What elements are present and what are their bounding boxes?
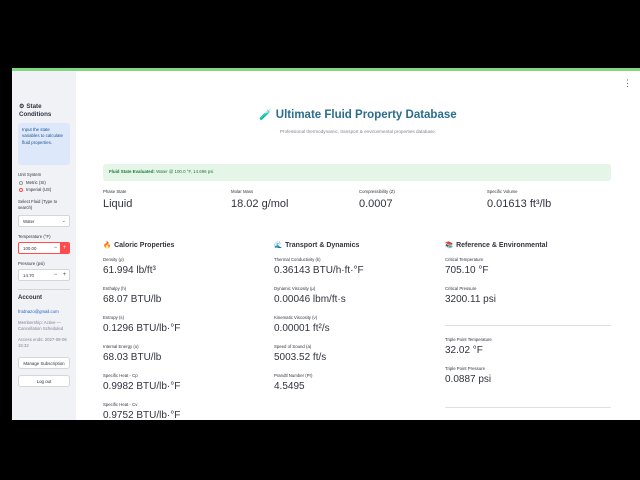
metric-dynamic-viscosity: Dynamic Viscosity (μ) 0.00046 lbm/ft·s (274, 286, 346, 305)
sidebar-title: ⚙ State Conditions (19, 103, 52, 118)
metric-thermal-conductivity: Thermal Conductivity (k) 0.36143 BTU/h·f… (274, 257, 364, 276)
metric-entropy: Entropy (s) 0.1296 BTU/lb·°F (103, 315, 181, 334)
metric-compressibility: Compressibility (Z) 0.0007 (359, 189, 395, 210)
temperature-decrement-button[interactable]: − (51, 243, 60, 253)
pressure-increment-button[interactable]: + (60, 270, 69, 280)
app-window: ⋮ ⚙ State Conditions Input the state vari… (12, 68, 640, 420)
pressure-input[interactable]: 14.70 − + (18, 269, 70, 281)
page-subtitle: Professional thermodynamic, transport & … (279, 129, 437, 134)
metric-speed-of-sound: Speed of Sound (a) 5003.52 ft/s (274, 344, 327, 363)
main-content: 🧪 Ultimate Fluid Property Database Profes… (76, 71, 640, 420)
manage-subscription-button[interactable]: Manage Subscription (18, 357, 70, 369)
metric-prandtl-number: Prandtl Number (Pr) 4.5495 (274, 373, 313, 392)
metric-triple-point-temperature: Triple Point Temperature 32.02 °F (445, 337, 492, 356)
radio-dot-icon (19, 180, 23, 185)
pressure-decrement-button[interactable]: − (51, 270, 60, 280)
books-icon: 📚 (445, 242, 454, 249)
metric-specific-volume: Specific Volume 0.01613 ft³/lb (487, 189, 552, 210)
membership-status: Membership: Active — Cancellation Schedu… (18, 320, 64, 332)
wave-icon: 🌊 (274, 242, 283, 249)
metric-phase-state: Phase State Liquid (103, 189, 133, 210)
fluid-select-label: Select Fluid (Type to search) (18, 199, 58, 211)
unit-radio-metric[interactable]: Metric (SI) (19, 180, 46, 185)
metric-triple-point-pressure: Triple Point Pressure 0.0887 psi (445, 366, 492, 385)
temperature-increment-button[interactable]: + (60, 243, 69, 253)
account-heading: Account (18, 295, 42, 301)
unit-system-label: Unit System (18, 172, 42, 177)
chevron-down-icon: ⌄ (61, 218, 66, 224)
metric-critical-temperature: Critical Temperature 705.10 °F (445, 257, 489, 276)
access-ends: Access ends: 2027-08-06 15:32 (18, 337, 67, 349)
sidebar: ⚙ State Conditions Input the state variab… (12, 71, 76, 420)
logout-button[interactable]: Log out (18, 375, 70, 387)
metric-specific-heat-cp: Specific Heat - Cp 0.9982 BTU/lb·°F (103, 373, 181, 392)
unit-radio-imperial[interactable]: Imperial (US) (19, 187, 51, 192)
fluid-state-banner: Fluid State Evaluated: Water @ 100.0 °F,… (103, 164, 611, 181)
section-heading-reference: 📚 Reference & Environmental (445, 242, 548, 249)
fluid-select[interactable]: Water ⌄ (18, 215, 70, 227)
metric-kinematic-viscosity: Kinematic Viscosity (ν) 0.00001 ft²/s (274, 315, 330, 334)
account-email-link[interactable]: frodnazo@gmail.com (18, 309, 59, 314)
section-heading-caloric: 🔥 Caloric Properties (103, 242, 175, 249)
gear-icon: ⚙ (19, 104, 25, 110)
radio-dot-selected-icon (19, 187, 23, 192)
temperature-label: Temperature (°F) (18, 234, 51, 239)
page-title: 🧪 Ultimate Fluid Property Database (259, 109, 457, 121)
metric-critical-pressure: Critical Pressure 3200.11 psi (445, 286, 496, 305)
metric-enthalpy: Enthalpy (h) 68.07 BTU/lb (103, 286, 162, 305)
temperature-input[interactable]: 100.00 − + (18, 242, 70, 254)
metric-density: Density (ρ) 61.994 lb/ft³ (103, 257, 156, 276)
test-tube-icon: 🧪 (259, 110, 272, 121)
section-divider (445, 407, 611, 408)
fire-icon: 🔥 (103, 242, 112, 249)
metric-specific-heat-cv: Specific Heat - Cv 0.9752 BTU/lb·°F (103, 402, 181, 420)
metric-internal-energy: Internal Energy (u) 68.03 BTU/lb (103, 344, 162, 363)
sidebar-divider (18, 289, 70, 290)
pressure-label: Pressure (psi) (18, 261, 45, 266)
metric-molar-mass: Molar Mass 18.02 g/mol (231, 189, 289, 210)
section-divider (445, 325, 611, 326)
section-heading-transport: 🌊 Transport & Dynamics (274, 242, 360, 249)
sidebar-info-box: Input the state variables to calculate f… (18, 123, 70, 165)
